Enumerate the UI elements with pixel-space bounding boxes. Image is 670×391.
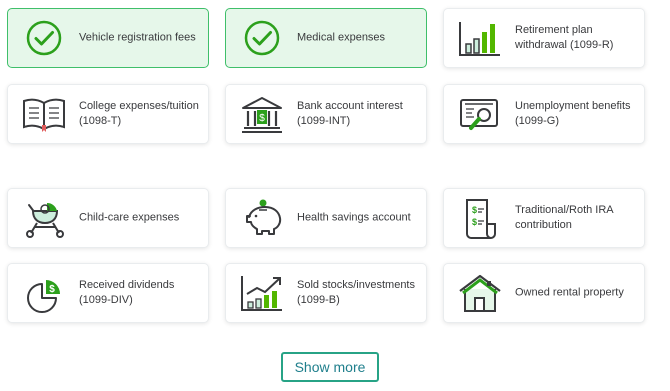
svg-text:$: $ — [472, 205, 477, 215]
card-vehicle-registration-fees[interactable]: Vehicle registration fees — [7, 8, 209, 68]
card-child-care-expenses[interactable]: Child-care expenses — [7, 188, 209, 248]
card-label: College expenses/tuition (1098-T) — [79, 100, 199, 127]
card-label: Vehicle registration fees — [79, 31, 196, 44]
card-label: Owned rental property — [515, 286, 624, 299]
card-bank-account-interest[interactable]: $ Bank account interest (1099-INT) — [225, 84, 427, 144]
card-label: Traditional/Roth IRA contribution — [515, 204, 614, 231]
check-circle-icon — [20, 14, 68, 62]
card-received-dividends[interactable]: $ Received dividends (1099-DIV) — [7, 263, 209, 323]
open-book-icon — [20, 90, 68, 138]
bank-icon: $ — [238, 90, 286, 138]
card-label: Bank account interest (1099-INT) — [297, 100, 403, 127]
svg-text:$: $ — [49, 284, 55, 295]
dollar-document-icon: $ $ — [456, 194, 504, 242]
svg-text:$: $ — [259, 113, 265, 124]
card-retirement-plan-withdrawal[interactable]: Retirement plan withdrawal (1099-R) — [443, 8, 645, 68]
card-label: Unemployment benefits (1099-G) — [515, 100, 631, 127]
growth-chart-icon — [238, 269, 286, 317]
card-label: Sold stocks/investments (1099-B) — [297, 279, 415, 306]
card-traditional-roth-ira[interactable]: $ $ Traditional/Roth IRA contribution — [443, 188, 645, 248]
piggy-bank-icon — [238, 194, 286, 242]
card-unemployment-benefits[interactable]: Unemployment benefits (1099-G) — [443, 84, 645, 144]
card-owned-rental-property[interactable]: Owned rental property — [443, 263, 645, 323]
document-magnifier-icon — [456, 90, 504, 138]
show-more-button[interactable]: Show more — [281, 352, 379, 382]
bar-chart-icon — [456, 14, 504, 62]
stroller-icon — [20, 194, 68, 242]
card-label: Medical expenses — [297, 31, 386, 44]
card-medical-expenses[interactable]: Medical expenses — [225, 8, 427, 68]
check-circle-icon — [238, 14, 286, 62]
svg-text:$: $ — [472, 217, 477, 227]
card-health-savings-account[interactable]: Health savings account — [225, 188, 427, 248]
card-label: Health savings account — [297, 211, 411, 224]
house-icon — [456, 269, 504, 317]
card-sold-stocks-investments[interactable]: Sold stocks/investments (1099-B) — [225, 263, 427, 323]
card-college-expenses[interactable]: College expenses/tuition (1098-T) — [7, 84, 209, 144]
card-label: Retirement plan withdrawal (1099-R) — [515, 24, 614, 51]
card-label: Child-care expenses — [79, 211, 180, 224]
pie-dollar-icon: $ — [20, 269, 68, 317]
card-label: Received dividends (1099-DIV) — [79, 279, 175, 306]
